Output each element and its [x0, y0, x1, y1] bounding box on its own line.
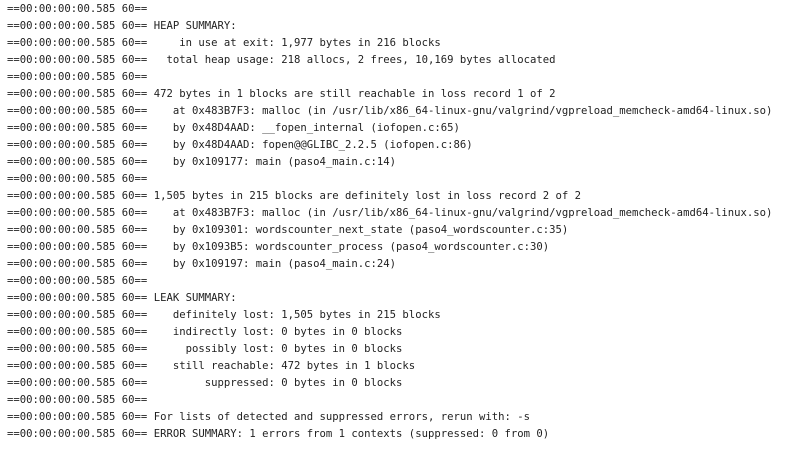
output-line: ==00:00:00:00.585 60== possibly lost: 0 …	[7, 343, 403, 355]
output-line: ==00:00:00:00.585 60== LEAK SUMMARY:	[7, 292, 237, 304]
output-line: ==00:00:00:00.585 60== For lists of dete…	[7, 411, 530, 423]
output-line: ==00:00:00:00.585 60== 1,505 bytes in 21…	[7, 190, 582, 202]
output-line: ==00:00:00:00.585 60== suppressed: 0 byt…	[7, 377, 403, 389]
output-line: ==00:00:00:00.585 60== by 0x109301: word…	[7, 224, 569, 236]
output-line: ==00:00:00:00.585 60== total heap usage:…	[7, 54, 556, 66]
output-line: ==00:00:00:00.585 60==	[7, 275, 148, 287]
output-line: ==00:00:00:00.585 60==	[7, 394, 148, 406]
output-line: ==00:00:00:00.585 60== ERROR SUMMARY: 1 …	[7, 428, 550, 440]
terminal-output: ==00:00:00:00.585 60== ==00:00:00:00.585…	[0, 0, 810, 451]
output-line: ==00:00:00:00.585 60==	[7, 173, 148, 185]
output-line: ==00:00:00:00.585 60== at 0x483B7F3: mal…	[7, 207, 773, 219]
output-line: ==00:00:00:00.585 60== by 0x109197: main…	[7, 258, 397, 270]
output-line: ==00:00:00:00.585 60==	[7, 3, 148, 15]
output-line: ==00:00:00:00.585 60== at 0x483B7F3: mal…	[7, 105, 773, 117]
output-line: ==00:00:00:00.585 60== by 0x48D4AAD: fop…	[7, 139, 473, 151]
output-line: ==00:00:00:00.585 60== definitely lost: …	[7, 309, 441, 321]
output-line: ==00:00:00:00.585 60== still reachable: …	[7, 360, 416, 372]
output-line: ==00:00:00:00.585 60== by 0x109177: main…	[7, 156, 397, 168]
output-line: ==00:00:00:00.585 60== in use at exit: 1…	[7, 37, 441, 49]
output-line: ==00:00:00:00.585 60==	[7, 71, 148, 83]
output-line: ==00:00:00:00.585 60== indirectly lost: …	[7, 326, 403, 338]
output-line: ==00:00:00:00.585 60== by 0x1093B5: word…	[7, 241, 550, 253]
output-line: ==00:00:00:00.585 60== by 0x48D4AAD: __f…	[7, 122, 460, 134]
output-line: ==00:00:00:00.585 60== 472 bytes in 1 bl…	[7, 88, 556, 100]
output-line: ==00:00:00:00.585 60== HEAP SUMMARY:	[7, 20, 237, 32]
